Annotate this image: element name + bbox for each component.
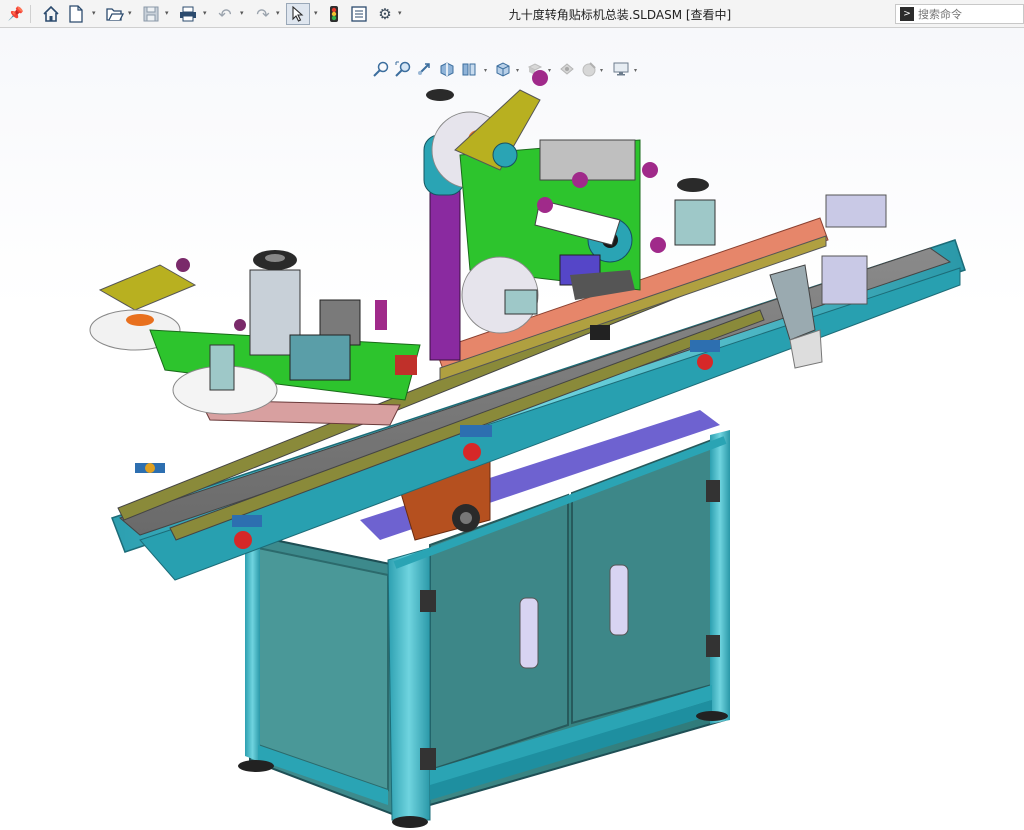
- new-document-button[interactable]: [66, 3, 86, 25]
- options-dropdown-caret[interactable]: ▾: [398, 9, 402, 17]
- open-dropdown-caret[interactable]: ▾: [128, 9, 132, 17]
- undo-dropdown-caret[interactable]: ▾: [240, 9, 244, 17]
- redo-button[interactable]: ↷: [252, 3, 274, 25]
- home-button[interactable]: [40, 3, 62, 25]
- print-icon: [180, 6, 196, 22]
- new-document-icon: [69, 5, 83, 23]
- open-button[interactable]: [104, 3, 126, 25]
- pin-icon[interactable]: 📌: [6, 3, 26, 25]
- assembly-model[interactable]: [0, 28, 1024, 830]
- toolbar-separator: [30, 5, 31, 23]
- traffic-light-icon: [330, 6, 338, 22]
- graphics-area[interactable]: ▾ ▾ ▾ ▾ ▾: [0, 28, 1024, 830]
- rebuild-button[interactable]: [324, 3, 344, 25]
- gear-icon: ⚙: [378, 5, 392, 23]
- redo-dropdown-caret[interactable]: ▾: [276, 9, 280, 17]
- select-dropdown-caret[interactable]: ▾: [314, 9, 318, 17]
- select-button[interactable]: [286, 3, 310, 25]
- cursor-arrow-icon: [292, 6, 304, 22]
- file-properties-button[interactable]: [348, 3, 370, 25]
- new-dropdown-caret[interactable]: ▾: [92, 9, 96, 17]
- home-icon: [43, 5, 59, 22]
- save-button[interactable]: [140, 3, 162, 25]
- open-folder-icon: [106, 8, 124, 21]
- search-commands-input[interactable]: [918, 7, 1018, 21]
- undo-button[interactable]: ↶: [214, 3, 236, 25]
- save-icon: [143, 6, 159, 22]
- file-properties-icon: [351, 6, 367, 22]
- document-title: 九十度转角贴标机总装.SLDASM [查看中]: [508, 8, 732, 22]
- undo-icon: ↶: [218, 4, 232, 24]
- options-button[interactable]: ⚙: [374, 3, 396, 25]
- command-prompt-icon: >: [900, 7, 914, 21]
- print-button[interactable]: [176, 3, 200, 25]
- print-dropdown-caret[interactable]: ▾: [203, 9, 207, 17]
- redo-icon: ↷: [256, 4, 270, 24]
- save-dropdown-caret[interactable]: ▾: [165, 9, 169, 17]
- title-bar: 📌 ▾ ▾ ▾ ▾ ↶ ▾ ↷ ▾ ▾ ⚙ ▾ 九十度转角贴标机总装.SLDAS…: [0, 0, 1024, 28]
- command-search[interactable]: >: [895, 4, 1024, 24]
- left-labeler-head: [89, 250, 421, 426]
